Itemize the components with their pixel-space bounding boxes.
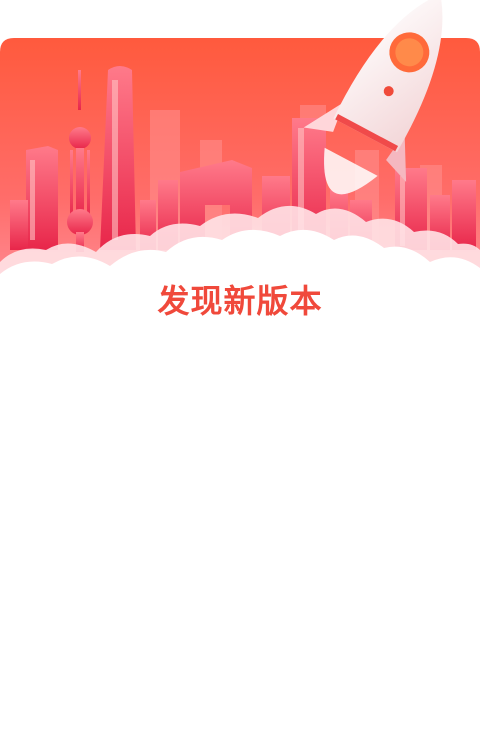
update-title: 发现新版本 <box>157 282 323 320</box>
update-dialog: 发现新版本 <box>0 0 480 754</box>
